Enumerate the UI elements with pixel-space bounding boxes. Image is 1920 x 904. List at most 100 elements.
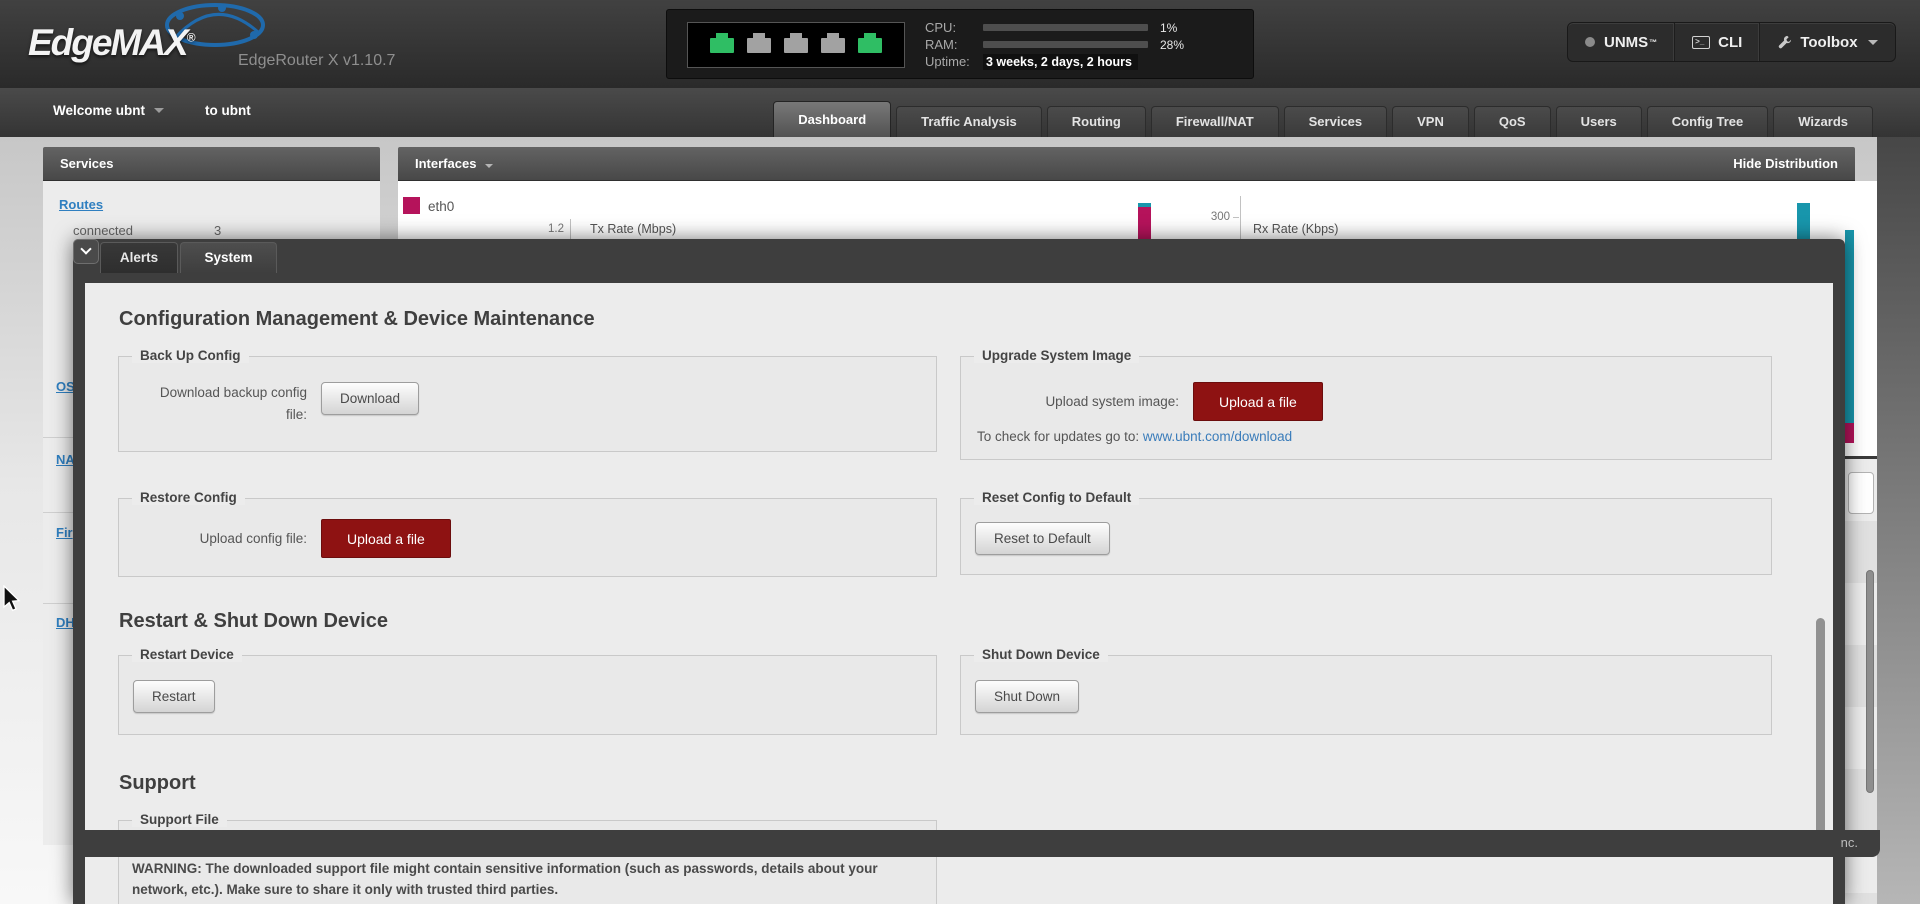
cli-button[interactable]: >_ CLI	[1674, 23, 1759, 61]
page-edge-strip	[1877, 137, 1920, 904]
tab-traffic-analysis[interactable]: Traffic Analysis	[896, 106, 1042, 137]
tab-vpn[interactable]: VPN	[1392, 106, 1469, 137]
tab-routing[interactable]: Routing	[1047, 106, 1146, 137]
tab-config-tree[interactable]: Config Tree	[1647, 106, 1769, 137]
chevron-down-icon	[1868, 40, 1878, 45]
firewall-link-clipped[interactable]: Fir	[56, 525, 73, 540]
rx-tick-dash	[1233, 217, 1239, 218]
interfaces-title[interactable]: Interfaces	[415, 147, 493, 180]
system-tab-content: Configuration Management & Device Mainte…	[85, 283, 1833, 904]
fieldset-legend: Upgrade System Image	[974, 348, 1139, 363]
rx-rate-bar	[1797, 203, 1810, 239]
fieldset-legend: Reset Config to Default	[974, 490, 1139, 505]
eth-port-icon	[710, 38, 734, 53]
panel-edge-line	[1845, 456, 1877, 459]
shutdown-device-fieldset: Shut Down Device Shut Down	[960, 655, 1772, 735]
tx-axis-tick: 1.2	[538, 223, 564, 235]
product-version: EdgeRouter X v1.10.7	[238, 52, 395, 70]
upgrade-label: Upload system image:	[1031, 382, 1179, 413]
interfaces-panel-header: Interfaces Hide Distribution	[398, 147, 1855, 181]
tab-wizards[interactable]: Wizards	[1773, 106, 1873, 137]
restart-button[interactable]: Restart	[133, 680, 215, 713]
cpu-row: CPU: 1%	[925, 19, 1245, 36]
tab-qos[interactable]: QoS	[1474, 106, 1551, 137]
drawer-footer-bar: nc.	[73, 830, 1880, 857]
page-scrollbar-thumb[interactable]	[1866, 570, 1874, 793]
hide-distribution-link[interactable]: Hide Distribution	[1733, 147, 1838, 180]
interface-name: eth0	[428, 199, 454, 214]
ospf-link-clipped[interactable]: OS	[56, 379, 75, 394]
uptime-row: Uptime: 3 weeks, 2 days, 2 hours	[925, 53, 1245, 70]
ubnt-download-link[interactable]: www.ubnt.com/download	[1143, 429, 1292, 444]
uptime-value: 3 weeks, 2 days, 2 hours	[983, 54, 1138, 70]
rx-distribution-bar	[1845, 230, 1854, 423]
reset-to-default-button[interactable]: Reset to Default	[975, 522, 1110, 555]
system-stats-box: CPU: 1% RAM: 28% Uptime: 3 weeks, 2 days…	[666, 9, 1254, 79]
restore-config-fieldset: Restore Config Upload config file: Uploa…	[118, 498, 937, 577]
drawer-tab-system[interactable]: System	[180, 242, 277, 273]
chevron-down-icon	[154, 108, 164, 113]
tx-axis-title: Tx Rate (Mbps)	[590, 222, 676, 236]
reset-default-fieldset: Reset Config to Default Reset to Default	[960, 498, 1772, 575]
eth-port-icon	[821, 38, 845, 53]
hostname-label: to ubnt	[205, 103, 251, 118]
ram-label: RAM:	[925, 37, 983, 52]
app-header: EdgeMAX® EdgeRouter X v1.10.7 CPU: 1% RA…	[0, 0, 1920, 88]
cpu-bar	[983, 24, 1148, 31]
uptime-label: Uptime:	[925, 54, 983, 69]
upgrade-image-fieldset: Upgrade System Image Upload system image…	[960, 356, 1772, 460]
download-backup-button[interactable]: Download	[321, 382, 419, 415]
cpu-label: CPU:	[925, 20, 983, 35]
edgeos-app: EdgeMAX® EdgeRouter X v1.10.7 CPU: 1% RA…	[0, 0, 1920, 904]
drawer-collapse-button[interactable]	[73, 239, 99, 264]
section-heading-config: Configuration Management & Device Mainte…	[119, 308, 595, 331]
tab-services[interactable]: Services	[1284, 106, 1388, 137]
rx-axis-tick: 300	[1204, 211, 1230, 223]
routes-link[interactable]: Routes	[59, 197, 103, 212]
fieldset-legend: Restore Config	[132, 490, 245, 505]
eth-port-icon	[747, 38, 771, 53]
section-heading-support: Support	[119, 772, 196, 795]
drawer-tab-alerts[interactable]: Alerts	[100, 242, 178, 273]
chevron-down-icon	[80, 243, 91, 254]
fieldset-legend: Back Up Config	[132, 348, 249, 363]
eth-port-icon	[858, 38, 882, 53]
tab-dashboard[interactable]: Dashboard	[773, 101, 891, 137]
chevron-down-icon	[485, 164, 493, 168]
unms-button[interactable]: UNMS™	[1568, 23, 1674, 61]
backup-config-fieldset: Back Up Config Download backup config fi…	[118, 356, 937, 452]
route-type-label: connected	[73, 223, 133, 238]
nat-link-clipped[interactable]: NA	[56, 452, 75, 467]
fieldset-legend: Restart Device	[132, 647, 242, 662]
eth0-color-swatch	[403, 197, 420, 214]
tab-firewall-nat[interactable]: Firewall/NAT	[1151, 106, 1279, 137]
restart-device-fieldset: Restart Device Restart	[118, 655, 937, 735]
wrench-icon	[1777, 35, 1792, 50]
route-count: 3	[214, 223, 221, 238]
copyright-clipped: nc.	[1841, 835, 1858, 850]
toolbox-button[interactable]: Toolbox	[1759, 23, 1894, 61]
clipped-input-box	[1848, 472, 1874, 514]
cpu-value: 1%	[1160, 21, 1177, 35]
system-drawer: Alerts System Configuration Management &…	[73, 239, 1845, 904]
nav-tabs: Dashboard Traffic Analysis Routing Firew…	[773, 101, 1873, 137]
fieldset-legend: Shut Down Device	[974, 647, 1108, 662]
user-menu[interactable]: Welcome ubnt	[53, 103, 164, 118]
tab-users[interactable]: Users	[1556, 106, 1642, 137]
rx-axis-title: Rx Rate (Kbps)	[1253, 222, 1338, 236]
dhcp-link-clipped[interactable]: DH	[56, 615, 75, 630]
backup-label: Download backup config file:	[147, 382, 307, 425]
mouse-cursor	[2, 585, 22, 613]
ram-value: 28%	[1160, 38, 1184, 52]
ram-bar	[983, 41, 1148, 48]
main-navbar: Welcome ubnt to ubnt Dashboard Traffic A…	[0, 88, 1920, 137]
unms-status-icon	[1585, 37, 1595, 47]
upload-image-button[interactable]: Upload a file	[1193, 382, 1323, 421]
shutdown-button[interactable]: Shut Down	[975, 680, 1079, 713]
header-actions: UNMS™ >_ CLI Toolbox	[1567, 22, 1896, 62]
drawer-scrollbar-thumb[interactable]	[1816, 618, 1825, 835]
section-heading-restart: Restart & Shut Down Device	[119, 610, 388, 633]
upload-config-button[interactable]: Upload a file	[321, 519, 451, 558]
ram-row: RAM: 28%	[925, 36, 1245, 53]
stats-rows: CPU: 1% RAM: 28% Uptime: 3 weeks, 2 days…	[925, 19, 1245, 70]
